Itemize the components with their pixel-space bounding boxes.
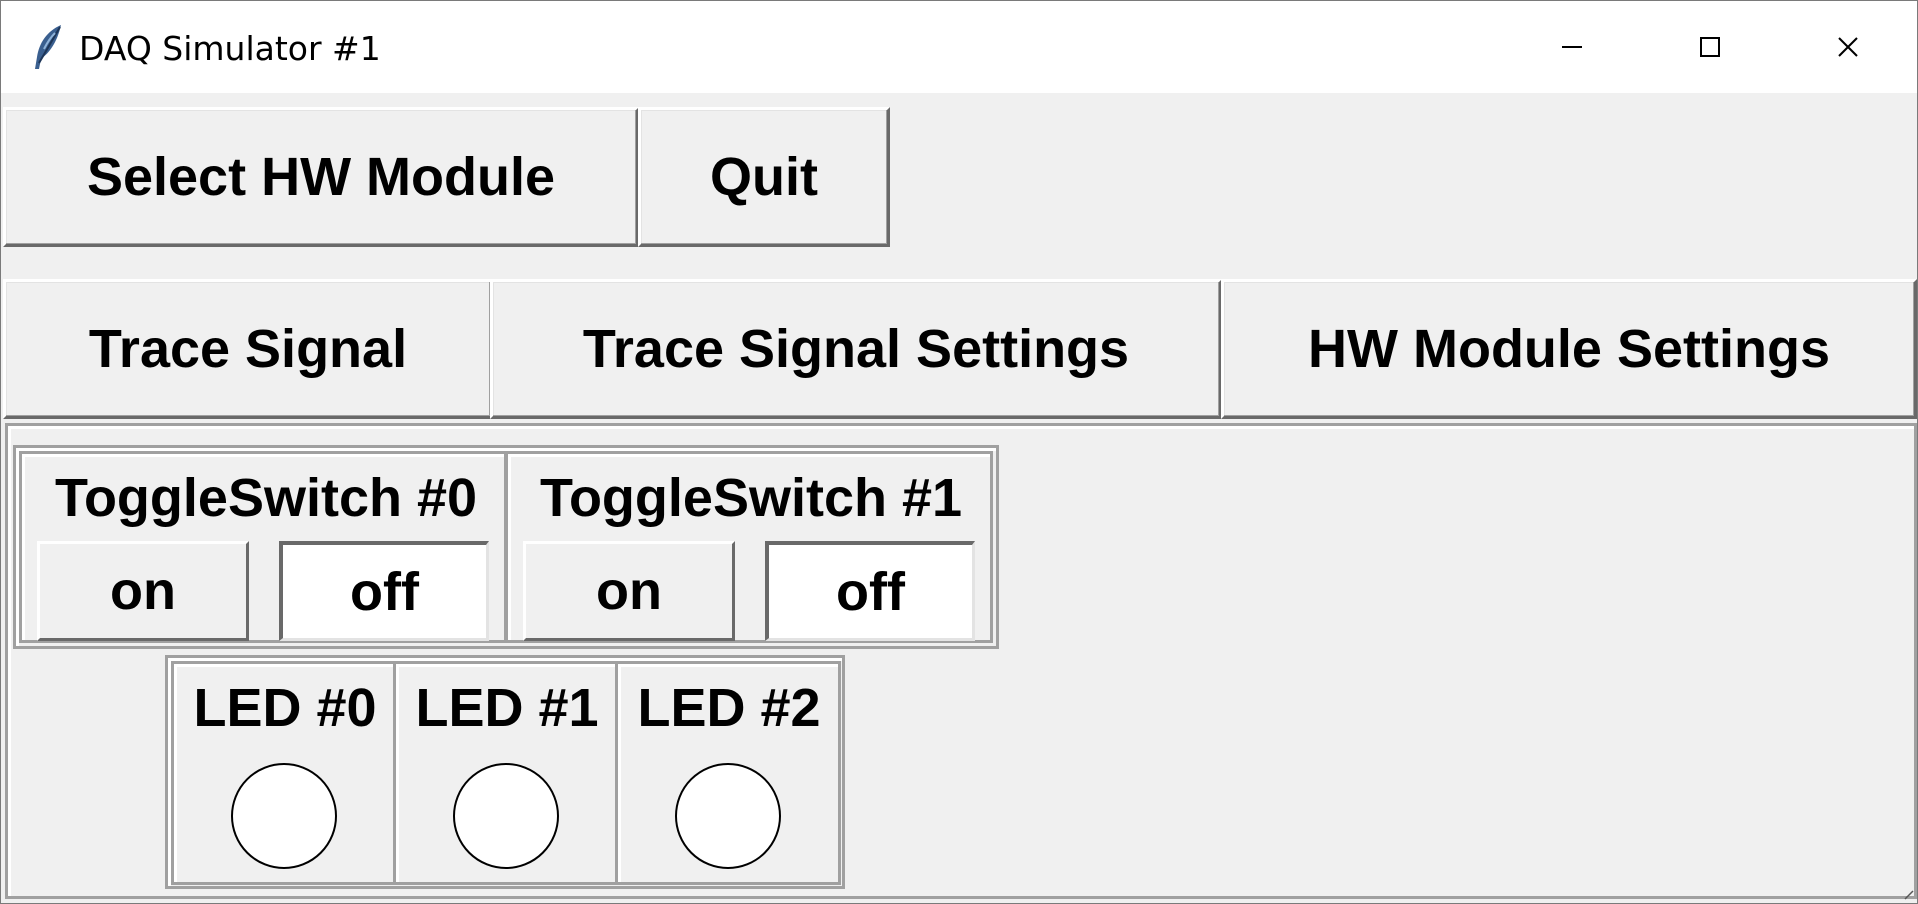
hw-module-settings-label: HW Module Settings bbox=[1308, 319, 1830, 379]
feather-icon bbox=[35, 25, 61, 69]
toggle-switch-0-label: ToggleSwitch #0 bbox=[54, 468, 478, 528]
quit-label: Quit bbox=[710, 147, 818, 207]
toggle-switch-1-on-button[interactable]: on bbox=[523, 541, 735, 641]
maximize-button[interactable] bbox=[1641, 1, 1779, 93]
close-button[interactable] bbox=[1779, 1, 1917, 93]
title-bar[interactable]: DAQ Simulator #1 bbox=[1, 1, 1917, 93]
trace-signal-settings-label: Trace Signal Settings bbox=[582, 319, 1130, 379]
trace-signal-settings-button[interactable]: Trace Signal Settings bbox=[490, 279, 1222, 419]
toggle-switch-1-on-label: on bbox=[596, 561, 662, 621]
led-1-indicator bbox=[453, 763, 559, 869]
minimize-icon bbox=[1562, 46, 1582, 48]
select-hw-module-button[interactable]: Select HW Module bbox=[3, 107, 639, 247]
toggle-switch-0-on-label: on bbox=[110, 561, 176, 621]
hw-module-settings-button[interactable]: HW Module Settings bbox=[1221, 279, 1917, 419]
led-2-label: LED #2 bbox=[637, 678, 821, 738]
minimize-button[interactable] bbox=[1503, 1, 1641, 93]
window-title: DAQ Simulator #1 bbox=[79, 29, 381, 68]
app-window: DAQ Simulator #1 Select HW Module Quit T… bbox=[0, 0, 1918, 904]
toggle-switch-1-off-button[interactable]: off bbox=[765, 541, 975, 641]
select-hw-module-label: Select HW Module bbox=[86, 147, 556, 207]
led-2-indicator bbox=[675, 763, 781, 869]
led-0-indicator bbox=[231, 763, 337, 869]
toggle-switch-1-off-label: off bbox=[836, 561, 905, 622]
toggle-switch-0-off-label: off bbox=[350, 561, 419, 622]
led-0-label: LED #0 bbox=[193, 678, 377, 738]
toggle-switch-0-on-button[interactable]: on bbox=[37, 541, 249, 641]
trace-signal-label: Trace Signal bbox=[88, 319, 408, 379]
toggle-switch-0-off-button[interactable]: off bbox=[279, 541, 489, 641]
maximize-icon bbox=[1700, 37, 1720, 57]
quit-button[interactable]: Quit bbox=[638, 107, 890, 247]
trace-signal-button[interactable]: Trace Signal bbox=[3, 279, 493, 419]
toggle-switch-1-label: ToggleSwitch #1 bbox=[539, 468, 963, 528]
close-icon bbox=[1838, 37, 1858, 57]
led-1-label: LED #1 bbox=[415, 678, 599, 738]
resize-grip-icon[interactable] bbox=[1903, 889, 1915, 901]
